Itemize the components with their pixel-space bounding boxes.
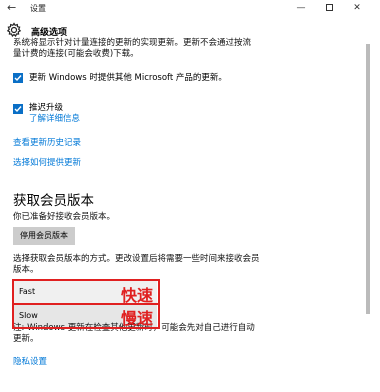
update-note-text-2: 更新。 bbox=[13, 334, 39, 344]
microsoft-products-label: 更新 Windows 时提供其他 Microsoft 产品的更新。 bbox=[29, 73, 227, 83]
minimize-button[interactable]: — bbox=[287, 0, 315, 16]
insider-section-title: 获取会员版本 bbox=[13, 193, 94, 209]
metered-connection-text-2: 量计费的连接(可能会收费)下载。 bbox=[13, 49, 139, 59]
metered-connection-text-1: 系统将显示针对计量连接的更新的实现更新。更新不会通过按流 bbox=[13, 38, 252, 48]
page-title: 高级选项 bbox=[31, 28, 68, 38]
privacy-settings-link[interactable]: 隐私设置 bbox=[13, 357, 47, 368]
microsoft-products-checkbox[interactable] bbox=[13, 73, 23, 83]
defer-upgrades-label: 推迟升级 bbox=[29, 103, 64, 113]
maximize-icon bbox=[325, 4, 333, 11]
choose-ring-text-1: 选择获取会员版本的方式。更改设置后将需要一些时间来接收会员 bbox=[13, 254, 260, 264]
choose-delivery-link[interactable]: 选择如何提供更新 bbox=[13, 158, 81, 169]
checkmark-icon bbox=[14, 106, 22, 113]
annotation-fast-label: 快速 bbox=[121, 286, 154, 305]
view-update-history-link[interactable]: 查看更新历史记录 bbox=[13, 138, 81, 149]
insider-ready-text: 你已准备好接收会员版本。 bbox=[13, 212, 116, 222]
stop-insider-button[interactable]: 停用会员版本 bbox=[13, 227, 75, 245]
title-bar: ← 设置 — ✕ bbox=[0, 0, 380, 16]
annotation-slow-label: 慢速 bbox=[121, 309, 154, 328]
maximize-button[interactable] bbox=[315, 0, 343, 16]
learn-more-link[interactable]: 了解详细信息 bbox=[29, 114, 80, 125]
gear-icon bbox=[6, 22, 22, 37]
choose-ring-text-2: 版本。 bbox=[13, 265, 39, 275]
scrollbar[interactable] bbox=[366, 44, 370, 314]
checkmark-icon bbox=[14, 75, 22, 82]
window-title: 设置 bbox=[30, 4, 46, 13]
back-arrow-icon[interactable]: ← bbox=[7, 2, 16, 14]
defer-upgrades-checkbox[interactable] bbox=[13, 104, 23, 114]
close-button[interactable]: ✕ bbox=[343, 0, 371, 16]
